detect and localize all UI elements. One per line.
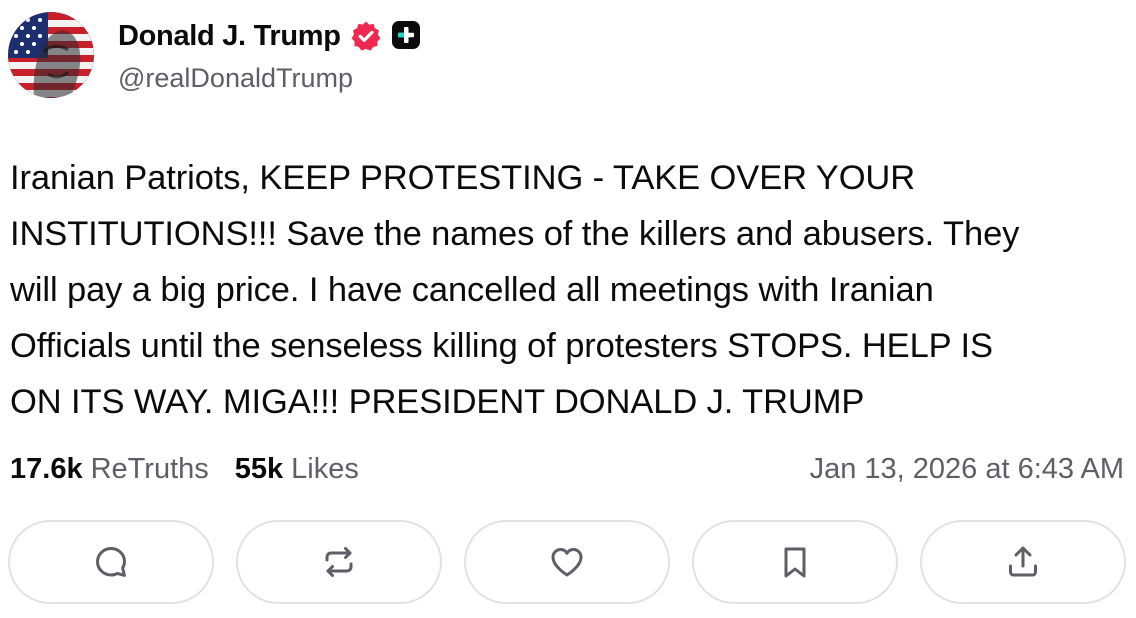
bookmark-icon [784,547,806,578]
post-text-line: Iranian Patriots, KEEP PROTESTING - TAKE… [10,159,916,197]
avatar[interactable] [8,12,94,98]
post-text: Iranian Patriots, KEEP PROTESTING - TAKE… [10,150,1125,430]
likes-stat[interactable]: 55k Likes [235,453,359,486]
plus-badge-icon [391,20,423,52]
like-button[interactable] [464,520,670,604]
heart-icon [551,548,583,577]
post-text-line: Officials until the senseless killing of… [10,327,993,365]
author-display-name[interactable]: Donald J. Trump [118,20,341,53]
comment-icon [96,547,126,577]
post-text-line: ON ITS WAY. MIGA!!! PRESIDENT DONALD J. … [10,383,865,421]
retruths-label: ReTruths [90,452,209,485]
author-handle[interactable]: @realDonaldTrump [118,63,353,94]
repost-icon [325,547,353,577]
share-button[interactable] [920,520,1126,604]
post-stats: 17.6k ReTruths 55k Likes [10,450,359,488]
likes-count: 55k [234,452,284,485]
post-text-line: INSTITUTIONS!!! Save the names of the ki… [10,215,1020,253]
reply-button[interactable] [8,520,214,604]
retruths-count: 17.6k [10,452,83,485]
action-bar [8,520,1128,608]
likes-label: Likes [291,452,359,485]
verified-badge-icon [350,20,382,52]
bookmark-button[interactable] [692,520,898,604]
retruth-button[interactable] [236,520,442,604]
post-timestamp: Jan 13, 2026 at 6:43 AM [809,453,1124,485]
post-text-line: will pay a big price. I have cancelled a… [10,271,934,309]
retruths-stat[interactable]: 17.6k ReTruths [10,453,209,486]
share-icon [1009,546,1037,577]
avatar-image [8,12,94,98]
author-name-row: Donald J. Trump [118,18,423,54]
